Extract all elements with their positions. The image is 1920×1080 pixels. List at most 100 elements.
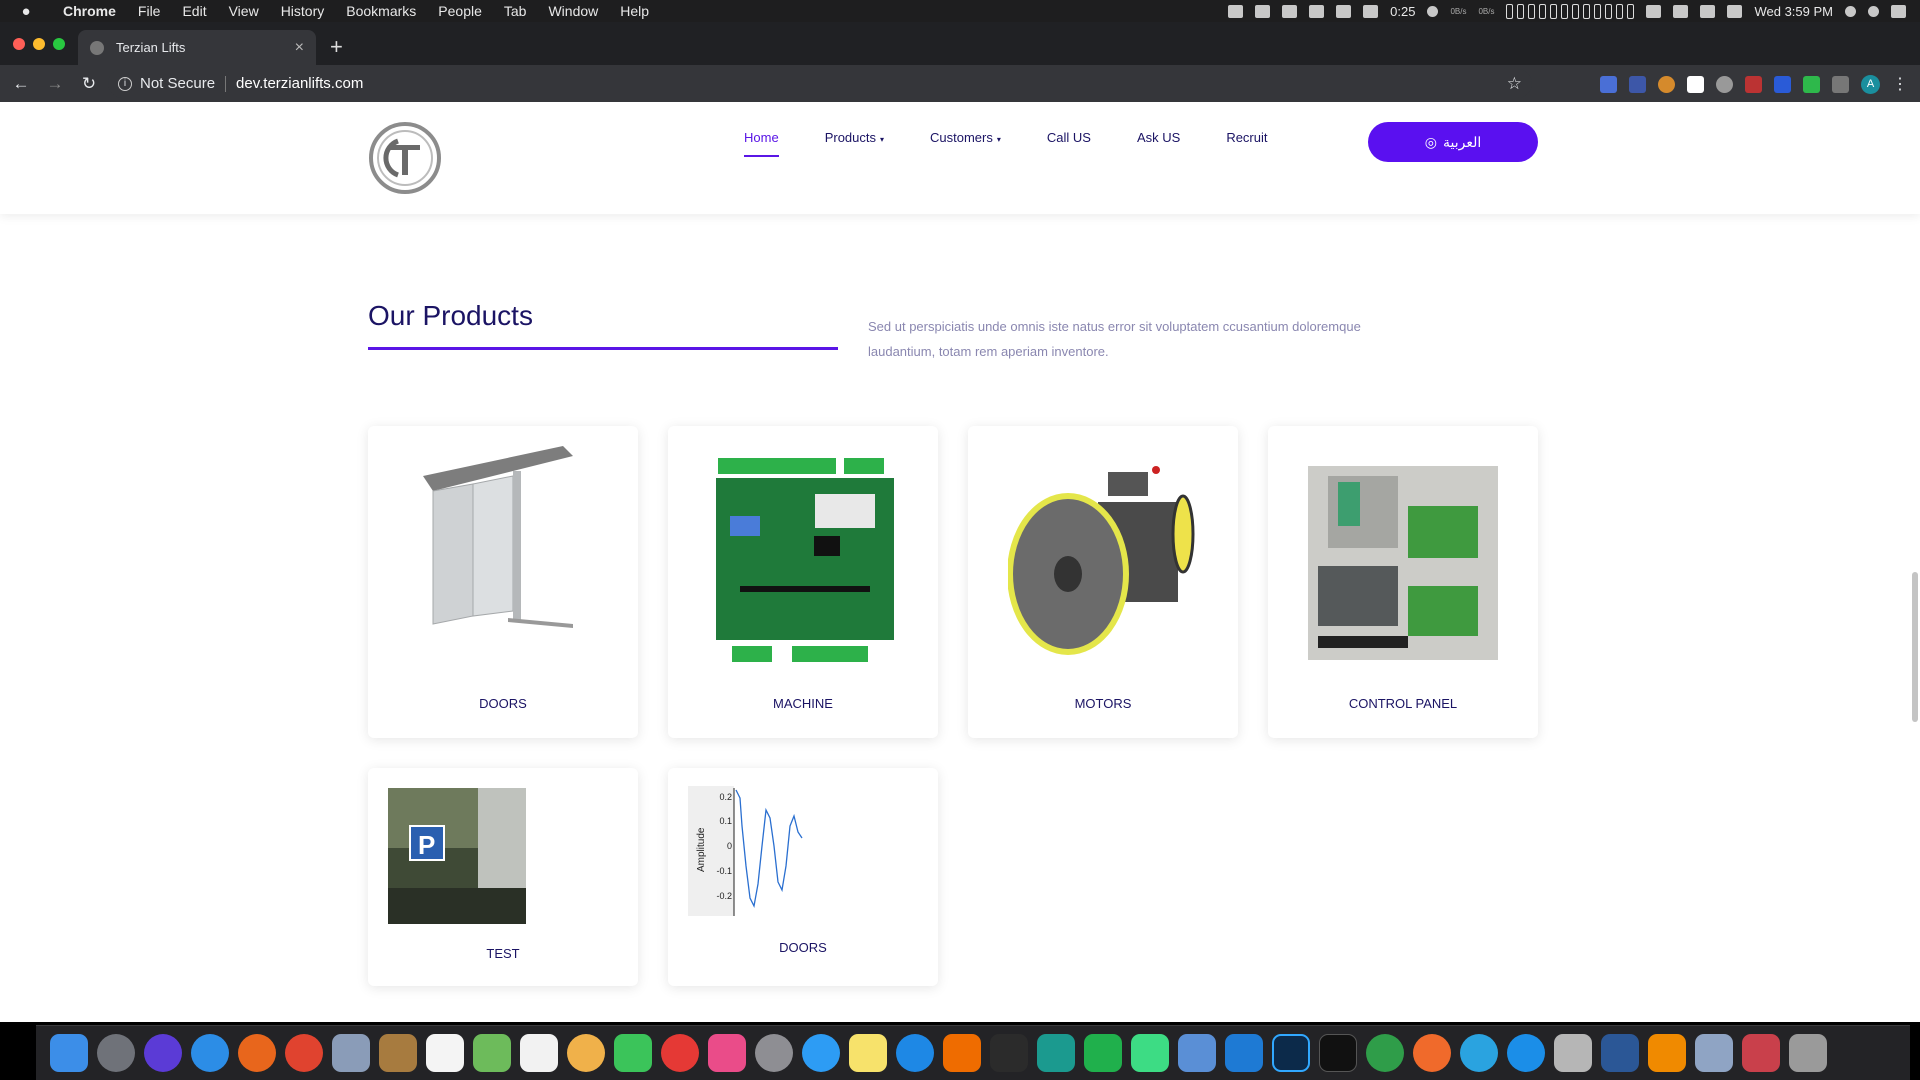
image-viewer-icon[interactable] xyxy=(1695,1034,1733,1072)
nav-products[interactable]: Products ▾ xyxy=(825,130,884,157)
minimize-window-button[interactable] xyxy=(33,38,45,50)
printer-icon[interactable] xyxy=(1742,1034,1780,1072)
browser-tab[interactable]: Terzian Lifts × xyxy=(78,30,316,65)
page-scrollbar[interactable] xyxy=(1912,572,1918,722)
vlc-icon[interactable] xyxy=(1648,1034,1686,1072)
clock-text[interactable]: Wed 3:59 PM xyxy=(1754,4,1833,19)
photoshop-icon[interactable] xyxy=(1272,1034,1310,1072)
preview-icon[interactable] xyxy=(332,1034,370,1072)
product-card-motors[interactable]: MOTORS xyxy=(968,426,1238,738)
matlab-icon[interactable] xyxy=(943,1034,981,1072)
new-tab-button[interactable]: + xyxy=(330,36,343,58)
chrome-menu-icon[interactable]: ⋮ xyxy=(1892,74,1908,94)
menu-file[interactable]: File xyxy=(127,0,172,22)
translate-extension-icon[interactable] xyxy=(1600,75,1617,93)
vlc-status-icon[interactable] xyxy=(1228,4,1244,18)
vpn-extension-icon[interactable] xyxy=(1774,75,1791,93)
code-extension-icon[interactable] xyxy=(1832,75,1849,93)
cloud-upload-icon[interactable] xyxy=(1309,4,1325,18)
vscode-icon[interactable] xyxy=(1225,1034,1263,1072)
trash-icon[interactable] xyxy=(1789,1034,1827,1072)
product-card-test[interactable]: P TEST xyxy=(368,768,638,986)
menu-history[interactable]: History xyxy=(270,0,336,22)
airplay-icon[interactable] xyxy=(1673,4,1689,18)
maps-icon[interactable] xyxy=(473,1034,511,1072)
nav-call-us[interactable]: Call US xyxy=(1047,130,1091,157)
product-card-control-panel[interactable]: CONTROL PANEL xyxy=(1268,426,1538,738)
timer-text[interactable]: 0:25 xyxy=(1390,4,1415,19)
apple-menu-icon[interactable]: ● xyxy=(0,3,52,20)
utility-app-icon[interactable] xyxy=(1366,1034,1404,1072)
word-icon[interactable] xyxy=(1601,1034,1639,1072)
battery-icon[interactable] xyxy=(1646,4,1662,18)
reload-button[interactable]: ↻ xyxy=(76,74,102,94)
product-card-doors-plot[interactable]: 0.2 0.1 0 -0.1 -0.2 Amplitude DOORS xyxy=(668,768,938,986)
forward-button[interactable]: → xyxy=(42,74,68,94)
reminders-icon[interactable] xyxy=(520,1034,558,1072)
save-extension-icon[interactable] xyxy=(1629,75,1646,93)
menu-view[interactable]: View xyxy=(218,0,270,22)
clion-icon[interactable] xyxy=(1084,1034,1122,1072)
calendar-icon[interactable] xyxy=(426,1034,464,1072)
system-preferences-icon[interactable] xyxy=(755,1034,793,1072)
notes-book-icon[interactable] xyxy=(379,1034,417,1072)
terminal-icon[interactable] xyxy=(1319,1034,1357,1072)
notification-icon[interactable] xyxy=(1336,4,1352,18)
spotlight-search-icon[interactable] xyxy=(1845,5,1856,17)
creative-cloud-icon[interactable] xyxy=(1255,4,1271,18)
launchpad-icon[interactable] xyxy=(97,1034,135,1072)
archive-icon[interactable] xyxy=(1554,1034,1592,1072)
app-store-icon[interactable] xyxy=(896,1034,934,1072)
profile-avatar[interactable]: A xyxy=(1861,74,1880,94)
menu-people[interactable]: People xyxy=(427,0,493,22)
menu-window[interactable]: Window xyxy=(537,0,609,22)
nav-recruit[interactable]: Recruit xyxy=(1226,130,1267,157)
pie-status-icon[interactable] xyxy=(1427,5,1439,17)
notes-icon[interactable] xyxy=(849,1034,887,1072)
telegram-icon[interactable] xyxy=(1460,1034,1498,1072)
security-status[interactable]: Not Secure xyxy=(140,75,215,92)
terzian-logo[interactable] xyxy=(368,121,442,195)
back-button[interactable]: ← xyxy=(8,74,34,94)
finder-icon[interactable] xyxy=(50,1034,88,1072)
menu-bookmarks[interactable]: Bookmarks xyxy=(335,0,427,22)
chrome-dock-icon[interactable] xyxy=(285,1034,323,1072)
menu-edit[interactable]: Edit xyxy=(171,0,217,22)
close-window-button[interactable] xyxy=(13,38,25,50)
nav-home[interactable]: Home xyxy=(744,130,779,157)
menu-tab[interactable]: Tab xyxy=(493,0,538,22)
app-status-icon[interactable] xyxy=(1363,4,1379,18)
language-toggle-button[interactable]: ◎ العربية xyxy=(1368,122,1538,162)
volume-icon[interactable] xyxy=(1700,4,1716,18)
swift-playgrounds-icon[interactable] xyxy=(1413,1034,1451,1072)
xcode-icon[interactable] xyxy=(1178,1034,1216,1072)
android-studio-icon[interactable] xyxy=(1131,1034,1169,1072)
music-icon[interactable] xyxy=(708,1034,746,1072)
notification-center-icon[interactable] xyxy=(1891,4,1906,18)
location-extension-icon[interactable] xyxy=(1803,75,1820,93)
flag-extension-icon[interactable] xyxy=(1687,75,1704,93)
phpstorm-icon[interactable] xyxy=(990,1034,1028,1072)
us-flag-input-icon[interactable] xyxy=(1727,4,1743,18)
photos-icon[interactable] xyxy=(567,1034,605,1072)
product-card-doors[interactable]: DOORS xyxy=(368,426,638,738)
news-icon[interactable] xyxy=(661,1034,699,1072)
menu-help[interactable]: Help xyxy=(609,0,660,22)
safari-icon[interactable] xyxy=(191,1034,229,1072)
nav-ask-us[interactable]: Ask US xyxy=(1137,130,1180,157)
webstorm-icon[interactable] xyxy=(1037,1034,1075,1072)
facetime-icon[interactable] xyxy=(614,1034,652,1072)
maximize-window-button[interactable] xyxy=(53,38,65,50)
firefox-icon[interactable] xyxy=(238,1034,276,1072)
menu-app-name[interactable]: Chrome xyxy=(52,0,127,22)
url-text[interactable]: dev.terzianlifts.com xyxy=(236,75,363,92)
siri-dock-icon[interactable] xyxy=(144,1034,182,1072)
nav-customers[interactable]: Customers ▾ xyxy=(930,130,1001,157)
us-extension-icon[interactable] xyxy=(1745,75,1762,93)
cookie-extension-icon[interactable] xyxy=(1658,75,1675,93)
skype-icon[interactable] xyxy=(1507,1034,1545,1072)
info-icon[interactable]: i xyxy=(118,76,132,91)
messages-icon[interactable] xyxy=(802,1034,840,1072)
dropbox-icon[interactable] xyxy=(1282,4,1298,18)
bookmark-star-icon[interactable]: ☆ xyxy=(1507,74,1522,94)
